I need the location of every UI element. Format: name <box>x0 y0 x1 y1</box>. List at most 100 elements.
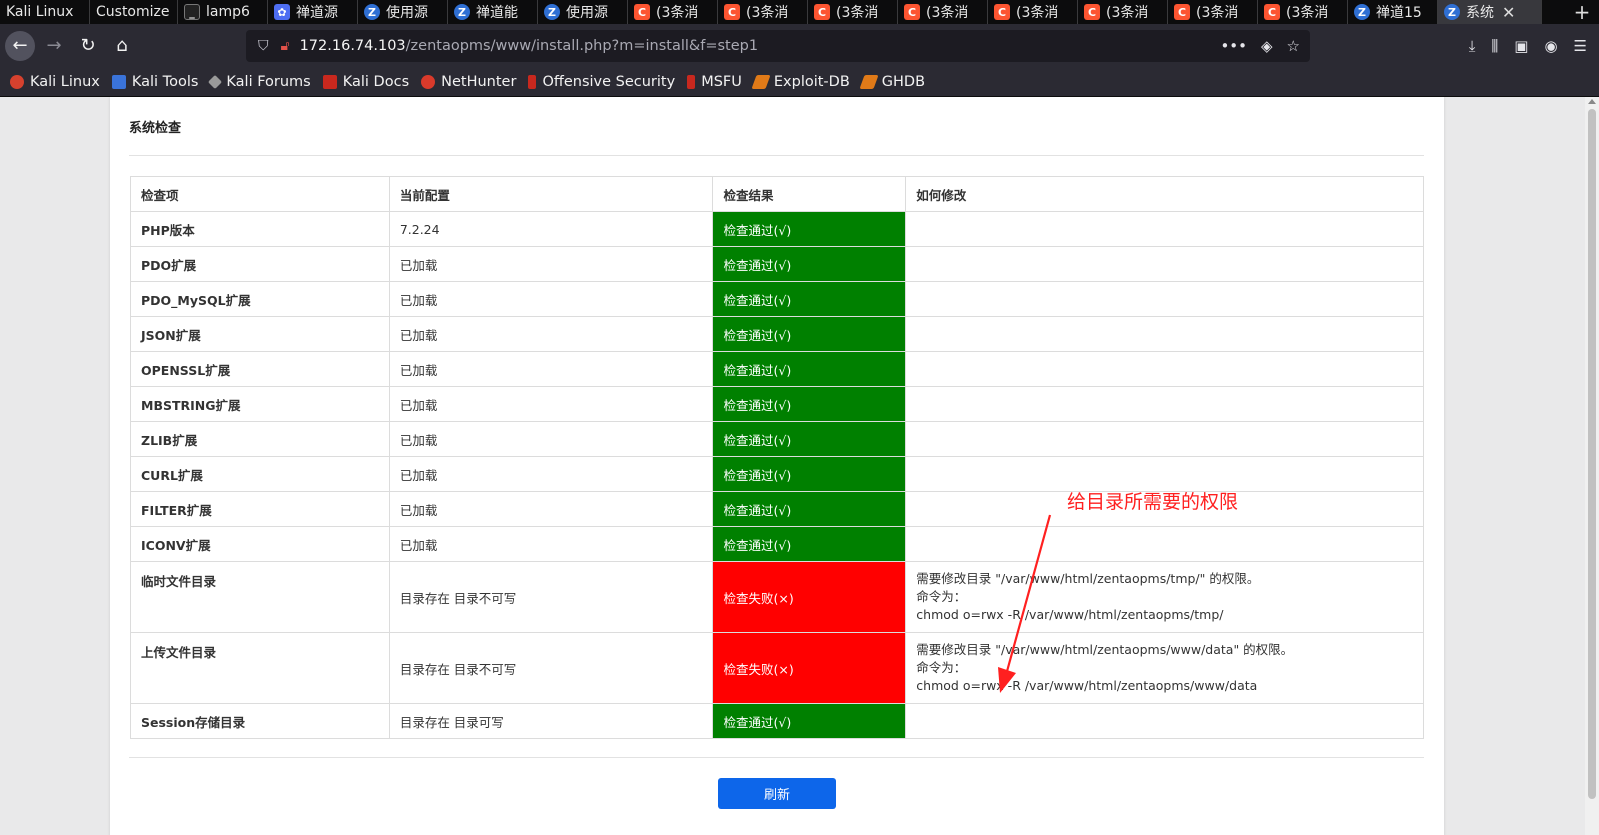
check-item-cell: PHP版本 <box>130 211 390 247</box>
browser-tab[interactable]: Z 使用源 <box>358 0 448 24</box>
library-icon[interactable]: ⫼ <box>1491 37 1498 55</box>
refresh-button[interactable]: 刷新 <box>718 778 836 809</box>
browser-tab[interactable]: Z 禅道15 <box>1348 0 1438 24</box>
browser-tab[interactable]: C (3条消 <box>808 0 898 24</box>
close-tab-icon[interactable]: ✕ <box>1502 3 1515 22</box>
check-result-cell: 检查失败(×) <box>712 561 907 633</box>
terminal-icon: _ <box>184 4 200 20</box>
browser-tab[interactable]: C (3条消 <box>628 0 718 24</box>
new-tab-button[interactable]: + <box>1565 0 1599 24</box>
divider <box>129 757 1424 758</box>
page-scrollbar[interactable] <box>1585 97 1599 835</box>
page-title: 系统检查 <box>129 121 182 136</box>
bookmark-item[interactable]: GHDB <box>859 74 925 90</box>
bookmark-item[interactable]: Offensive Security <box>528 74 675 90</box>
edb-bookmark-icon <box>751 74 771 89</box>
scroll-up-arrow[interactable] <box>1588 99 1596 104</box>
bookmark-label: Offensive Security <box>542 73 676 90</box>
check-item-cell: PDO_MySQL扩展 <box>130 281 390 317</box>
current-config-cell: 已加载 <box>388 421 714 457</box>
back-button[interactable]: ← <box>5 30 35 61</box>
check-result-cell: 检查失败(×) <box>712 632 907 704</box>
account-icon[interactable]: ◉ <box>1544 37 1557 55</box>
browser-tab[interactable]: Z 系统 ✕ <box>1438 0 1542 24</box>
forward-button[interactable]: → <box>39 31 69 61</box>
bookmark-item[interactable]: Kali Forums <box>208 73 311 90</box>
column-header: 如何修改 <box>905 176 1424 212</box>
nh-bookmark-icon <box>421 74 436 89</box>
browser-tab[interactable]: Customize <box>90 0 178 24</box>
table-row: ICONV扩展 已加载 检查通过(√) <box>130 526 1424 562</box>
url-text[interactable]: 172.16.74.103/zentaopms/www/install.php?… <box>300 38 759 54</box>
browser-tab[interactable]: C (3条消 <box>1258 0 1348 24</box>
table-row: PDO_MySQL扩展 已加载 检查通过(√) <box>130 281 1424 317</box>
how-to-fix-cell <box>905 281 1424 317</box>
browser-tab[interactable]: C (3条消 <box>1078 0 1168 24</box>
browser-tab[interactable]: C (3条消 <box>1168 0 1258 24</box>
browser-tab[interactable]: ✿ 禅道源 <box>268 0 358 24</box>
zentao-icon: Z <box>1354 4 1370 20</box>
bookmark-item[interactable]: Kali Docs <box>322 74 409 90</box>
menu-icon[interactable]: ☰ <box>1574 37 1587 55</box>
check-result-cell: 检查通过(√) <box>712 351 907 387</box>
bookmark-label: Kali Forums <box>226 73 311 90</box>
sidebar-icon[interactable]: ▣ <box>1514 37 1528 55</box>
browser-tab[interactable]: _ lamp6 <box>178 0 268 24</box>
zentao-icon: Z <box>544 4 560 20</box>
bookmark-item[interactable]: NetHunter <box>421 74 516 90</box>
current-config-cell: 目录存在 目录不可写 <box>388 561 714 633</box>
bookmark-item[interactable]: Kali Linux <box>10 74 100 90</box>
browser-tab[interactable]: C (3条消 <box>988 0 1078 24</box>
forums-bookmark-icon <box>208 74 223 89</box>
ghdb-bookmark-icon <box>859 74 879 89</box>
home-icon: ⌂ <box>116 35 128 56</box>
home-button[interactable]: ⌂ <box>107 31 137 61</box>
browser-tab[interactable]: Kali Linux <box>0 0 90 24</box>
shield-icon[interactable]: ⛉ <box>258 38 269 54</box>
scrollbar-thumb[interactable] <box>1588 109 1596 799</box>
current-config-cell: 已加载 <box>388 281 714 317</box>
pocket-icon[interactable]: ◈ <box>1261 37 1273 55</box>
tab-title: (3条消 <box>926 5 969 21</box>
current-config-cell: 已加载 <box>388 246 714 282</box>
bookmark-label: MSFU <box>701 73 742 90</box>
bookmark-label: Exploit-DB <box>773 73 850 90</box>
bookmark-label: Kali Linux <box>30 73 100 90</box>
address-bar[interactable]: ⛉ 🔓︎ 172.16.74.103/zentaopms/www/install… <box>246 30 1310 62</box>
browser-tab[interactable]: C (3条消 <box>718 0 808 24</box>
reload-button[interactable]: ↻ <box>73 31 103 61</box>
csdn-icon: C <box>1174 4 1190 20</box>
bookmark-item[interactable]: Kali Tools <box>111 74 198 90</box>
insecure-lock-icon[interactable]: 🔓︎ <box>281 38 290 54</box>
tab-title: 使用源 <box>386 5 428 21</box>
tab-title: lamp6 <box>206 4 250 20</box>
column-header: 当前配置 <box>388 176 714 212</box>
bookmark-item[interactable]: MSFU <box>687 74 742 90</box>
check-result-cell: 检查通过(√) <box>712 246 907 282</box>
browser-tab[interactable]: Z 禅道能 <box>448 0 538 24</box>
csdn-icon: C <box>724 4 740 20</box>
arrow-right-icon: → <box>46 35 62 56</box>
table-row: 上传文件目录 目录存在 目录不可写 检查失败(×) 需要修改目录 "/var/www/… <box>130 632 1424 704</box>
reload-icon: ↻ <box>80 35 96 56</box>
tab-title: (3条消 <box>1196 5 1239 21</box>
tab-title: 系统 <box>1466 5 1494 21</box>
annotation-arrow <box>998 514 1052 693</box>
offsec-bookmark-icon <box>528 74 537 89</box>
download-icon[interactable]: ⤓ <box>1469 37 1476 55</box>
page-viewport: 系统检查 检查项 当前配置 检查结果 如何修改 PHP版本 7.2.24 检查通过(√) P… <box>0 97 1585 835</box>
page-actions-icon[interactable]: ••• <box>1220 37 1247 55</box>
how-to-fix-cell <box>905 703 1424 739</box>
bookmarks-toolbar: Kali Linux Kali Tools Kali Forums Kali Docs… <box>0 67 1599 97</box>
tab-title: 使用源 <box>566 5 608 21</box>
check-item-cell: JSON扩展 <box>130 316 390 352</box>
bookmark-item[interactable]: Exploit-DB <box>751 73 850 90</box>
zentao-icon: Z <box>454 4 470 20</box>
how-to-fix-cell <box>905 421 1424 457</box>
tools-bookmark-icon <box>111 74 126 89</box>
current-config-cell: 已加载 <box>388 351 714 387</box>
bookmark-star-icon[interactable]: ☆ <box>1287 37 1300 55</box>
table-row: PHP版本 7.2.24 检查通过(√) <box>130 211 1424 247</box>
browser-tab[interactable]: C (3条消 <box>898 0 988 24</box>
browser-tab[interactable]: Z 使用源 <box>538 0 628 24</box>
